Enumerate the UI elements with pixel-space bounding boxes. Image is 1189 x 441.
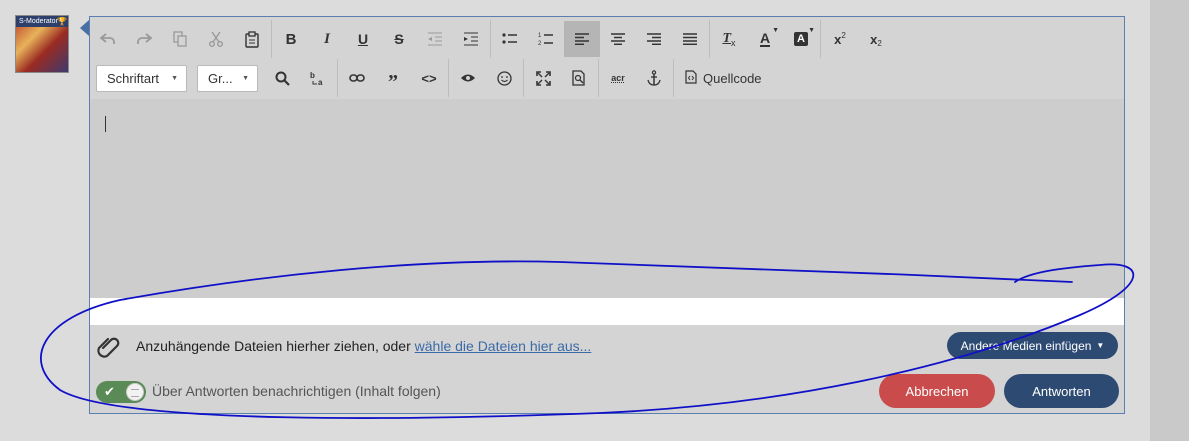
- text-color-icon[interactable]: A ▼: [747, 21, 783, 57]
- toolbar-separator: [598, 59, 599, 97]
- toolbar-separator: [523, 59, 524, 97]
- paperclip-icon: [96, 335, 120, 361]
- attachment-row: Anzuhängende Dateien hierher ziehen, ode…: [90, 325, 1124, 369]
- abbreviation-icon[interactable]: acr: [600, 60, 636, 96]
- svg-text:1: 1: [538, 33, 542, 39]
- trophy-icon: 🏆: [57, 17, 67, 26]
- attachment-hint: Anzuhängende Dateien hierher ziehen, ode…: [136, 338, 591, 354]
- attachment-hint-text: Anzuhängende Dateien hierher ziehen, ode…: [136, 338, 415, 354]
- background-color-icon[interactable]: A ▼: [783, 21, 819, 57]
- caret-down-icon: ▼: [1096, 341, 1105, 350]
- subscript-icon[interactable]: x2: [858, 21, 894, 57]
- font-family-select-label: Schriftart: [107, 70, 160, 86]
- editor-resize-bar: [90, 298, 1124, 325]
- strikethrough-icon[interactable]: S: [381, 21, 417, 57]
- preview-page-icon[interactable]: [561, 60, 597, 96]
- quote-icon[interactable]: ”: [375, 60, 411, 96]
- caret-down-icon: ▼: [772, 27, 779, 34]
- toolbar-separator: [337, 59, 338, 97]
- search-icon[interactable]: [264, 60, 300, 96]
- font-size-select[interactable]: Gr... ▼: [197, 64, 258, 92]
- svg-text:a: a: [318, 78, 323, 86]
- editor-toolbar: B I U S 12 T x A ▼ A ▼ x 2 x 2 Schriftar…: [90, 17, 1124, 99]
- toolbar-row-1: B I U S 12 T x A ▼ A ▼ x 2 x 2: [90, 19, 894, 59]
- align-left-icon[interactable]: [564, 21, 600, 57]
- toolbar-separator: [709, 20, 710, 58]
- text-cursor: [105, 116, 106, 132]
- caret-down-icon: ▼: [171, 74, 178, 82]
- caret-down-icon: ▼: [242, 74, 249, 82]
- source-button[interactable]: Quellcode: [675, 60, 772, 96]
- source-label: Quellcode: [703, 70, 762, 86]
- message-pointer: [80, 20, 89, 36]
- toolbar-separator: [490, 20, 491, 58]
- svg-text:2: 2: [538, 41, 542, 47]
- outdent-icon[interactable]: [417, 21, 453, 57]
- cancel-button[interactable]: Abbrechen: [879, 374, 995, 408]
- check-icon: ✔: [104, 384, 115, 399]
- remove-format-icon[interactable]: Tx: [711, 21, 747, 57]
- svg-text:b: b: [310, 71, 315, 80]
- page-right-margin: [1150, 0, 1189, 441]
- copy-icon[interactable]: [162, 21, 198, 57]
- link-icon[interactable]: [339, 60, 375, 96]
- bold-icon[interactable]: B: [273, 21, 309, 57]
- toolbar-separator: [673, 59, 674, 97]
- justify-icon[interactable]: [672, 21, 708, 57]
- align-right-icon[interactable]: [636, 21, 672, 57]
- caret-down-icon: ▼: [808, 27, 815, 34]
- editor-content[interactable]: [90, 99, 1124, 298]
- redo-icon[interactable]: [126, 21, 162, 57]
- paste-icon[interactable]: [234, 21, 270, 57]
- choose-files-link[interactable]: wähle die Dateien hier aus...: [415, 338, 592, 354]
- insert-media-button[interactable]: Andere Medien einfügen ▼: [947, 332, 1118, 359]
- font-size-select-label: Gr...: [208, 70, 233, 86]
- toolbar-row-2: Schriftart ▼ Gr... ▼ ba ” <> acr Quellco…: [90, 58, 772, 98]
- reply-button[interactable]: Antworten: [1004, 374, 1119, 408]
- preview-icon[interactable]: [450, 60, 486, 96]
- reply-editor: B I U S 12 T x A ▼ A ▼ x 2 x 2 Schriftar…: [89, 16, 1125, 414]
- code-icon[interactable]: <>: [411, 60, 447, 96]
- toolbar-separator: [271, 20, 272, 58]
- undo-icon[interactable]: [90, 21, 126, 57]
- bulleted-list-icon[interactable]: [492, 21, 528, 57]
- align-center-icon[interactable]: [600, 21, 636, 57]
- superscript-icon[interactable]: x2: [822, 21, 858, 57]
- toolbar-separator: [448, 59, 449, 97]
- insert-media-label: Andere Medien einfügen: [960, 338, 1092, 353]
- avatar[interactable]: S-Moderator 🏆: [15, 15, 69, 73]
- smiley-icon[interactable]: [486, 60, 522, 96]
- toolbar-separator: [820, 20, 821, 58]
- italic-icon[interactable]: I: [309, 21, 345, 57]
- toggle-knob: [126, 383, 144, 401]
- numbered-list-icon[interactable]: 12: [528, 21, 564, 57]
- follow-toggle[interactable]: ✔: [96, 381, 146, 403]
- font-family-select[interactable]: Schriftart ▼: [96, 64, 187, 92]
- maximize-icon[interactable]: [525, 60, 561, 96]
- action-row: ✔ Über Antworten benachrichtigen (Inhalt…: [90, 369, 1124, 413]
- source-icon: [685, 69, 697, 87]
- anchor-icon[interactable]: [636, 60, 672, 96]
- indent-icon[interactable]: [453, 21, 489, 57]
- cut-icon[interactable]: [198, 21, 234, 57]
- follow-toggle-label: Über Antworten benachrichtigen (Inhalt f…: [152, 383, 441, 399]
- replace-icon[interactable]: ba: [300, 60, 336, 96]
- underline-icon[interactable]: U: [345, 21, 381, 57]
